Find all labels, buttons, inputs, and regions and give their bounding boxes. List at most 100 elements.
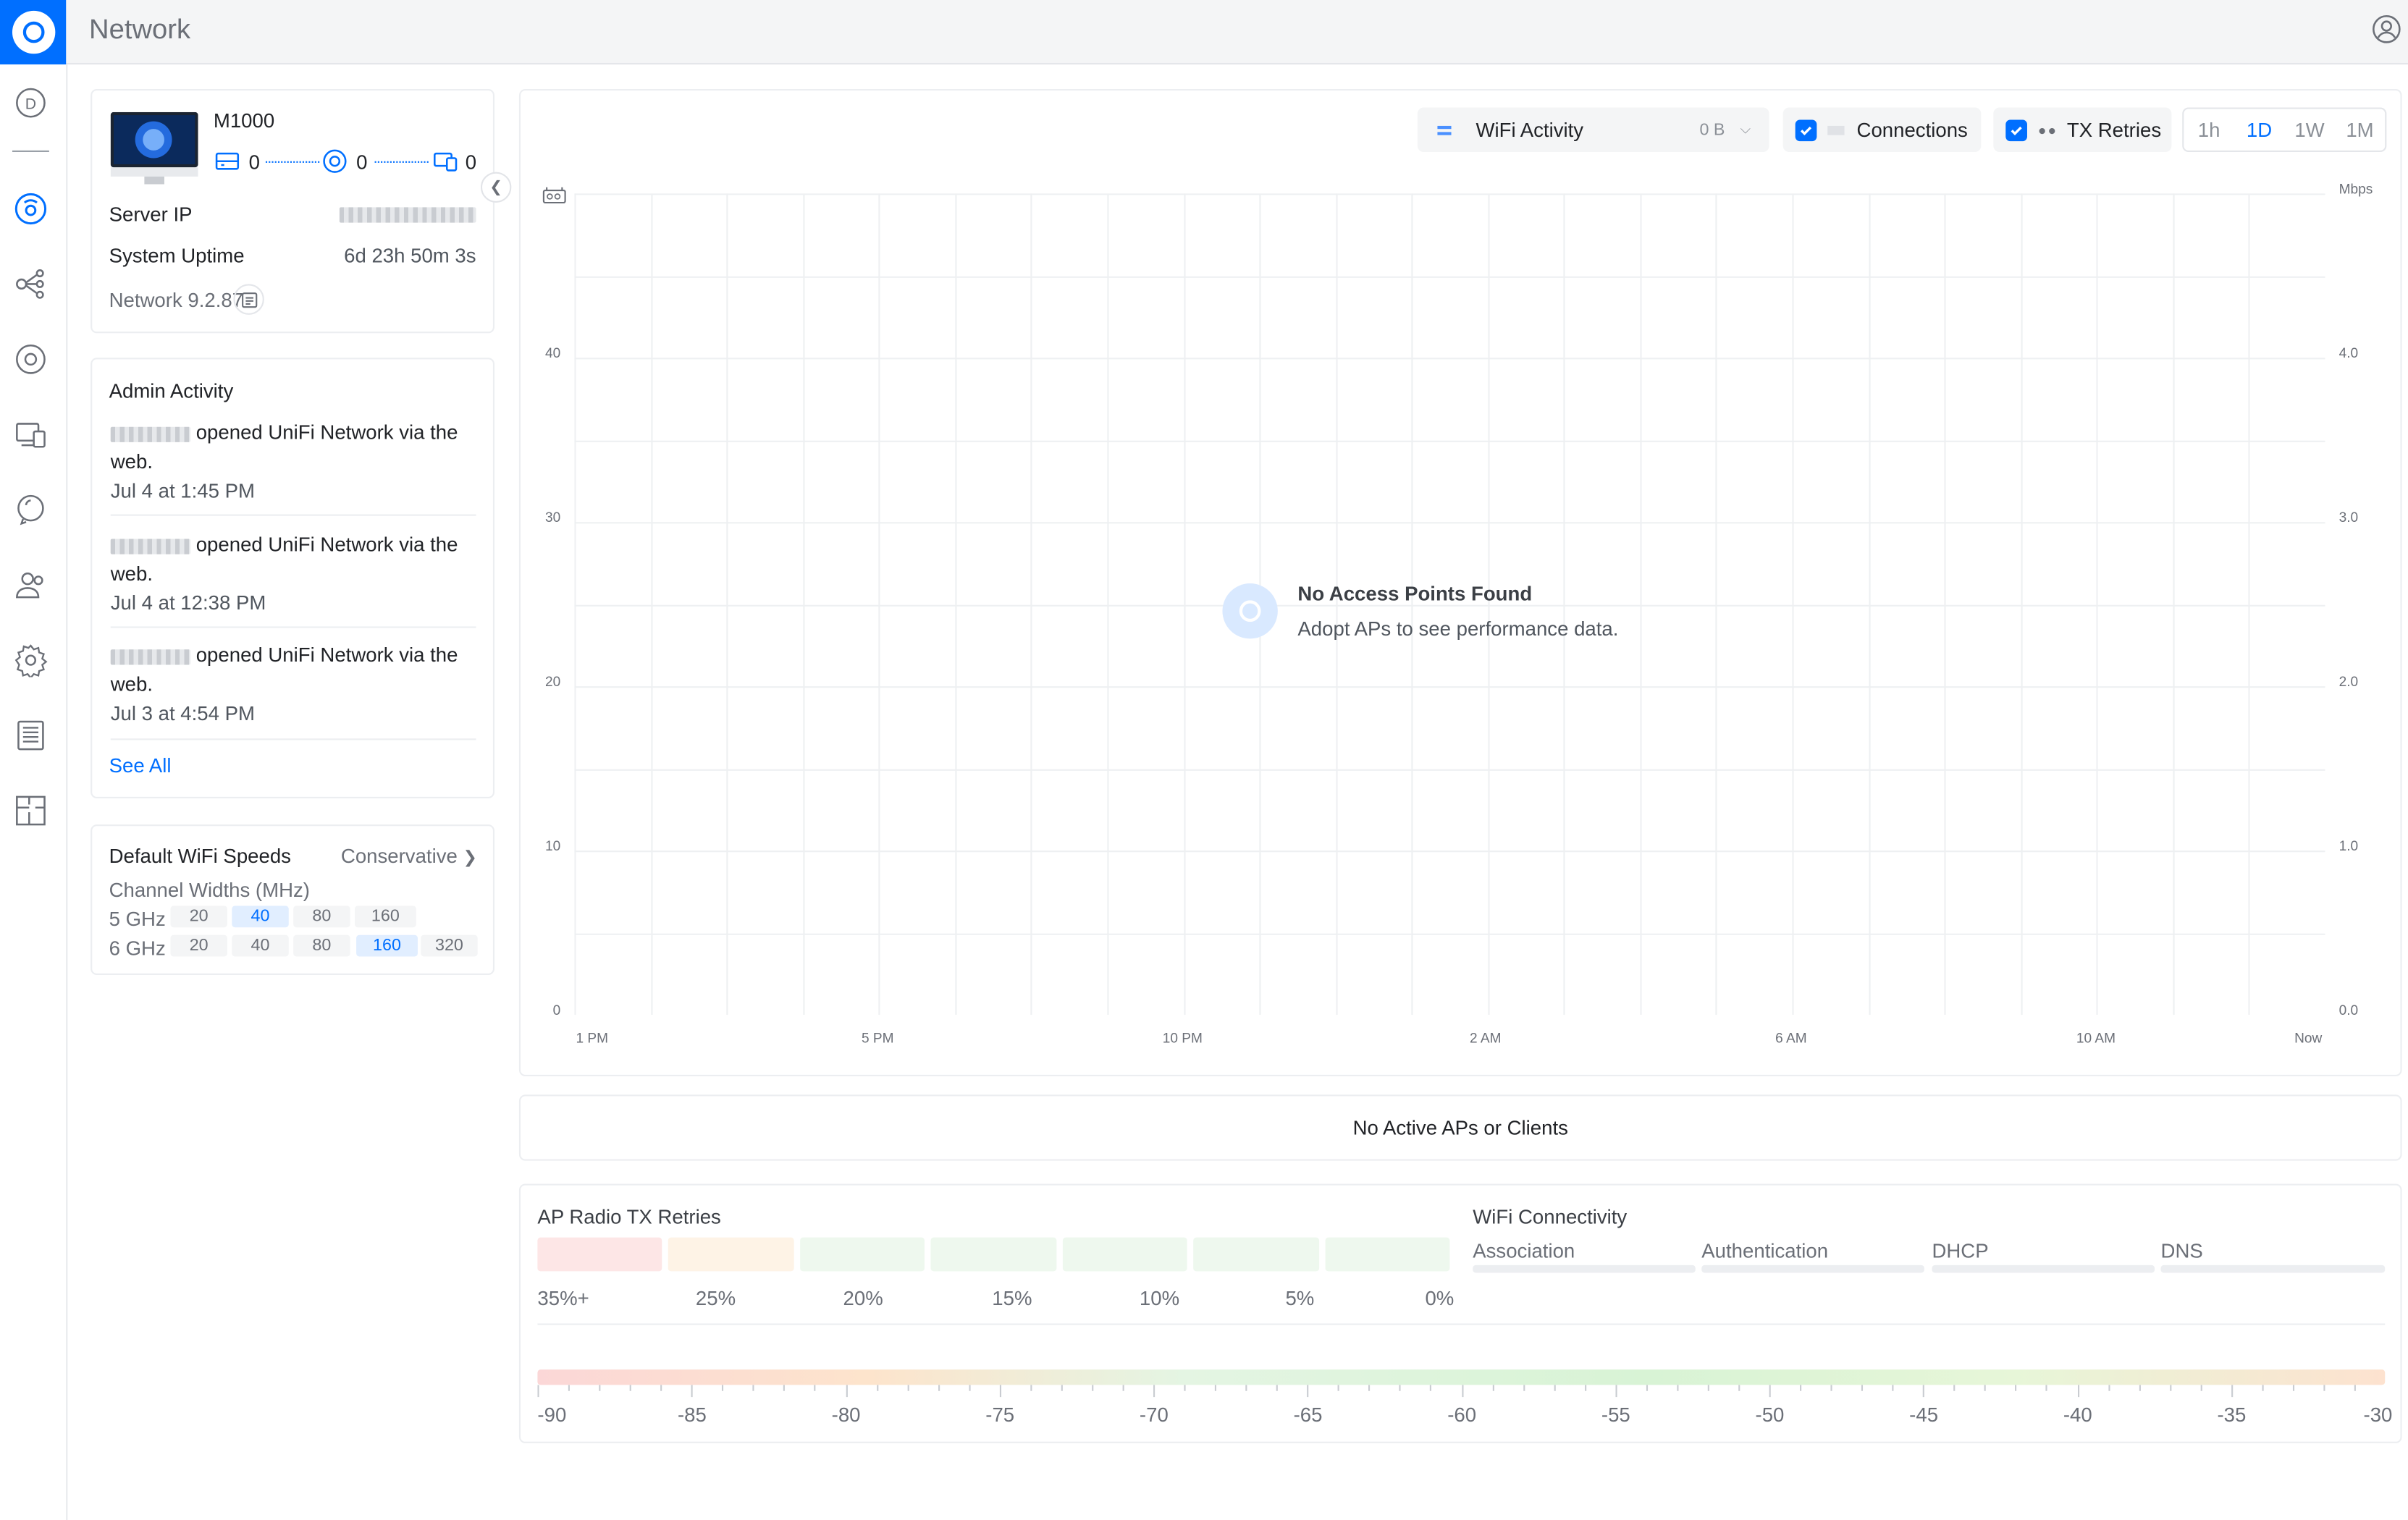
ap-count: 0 [356, 150, 368, 174]
width-option-selected[interactable]: 40 [232, 905, 289, 928]
retry-label: 15% [992, 1286, 1032, 1310]
retry-scale-cell [1193, 1237, 1319, 1272]
see-all-link[interactable]: See All [109, 754, 172, 777]
x-tick: Now [2294, 1030, 2323, 1046]
signal-scale-label: -70 [1139, 1403, 1169, 1427]
unifi-logo[interactable] [0, 0, 67, 65]
notes-icon [241, 292, 257, 308]
topology-icon[interactable] [12, 266, 49, 303]
empty-state-subtitle: Adopt APs to see performance data. [1297, 617, 1619, 641]
chevron-left-icon: ❮ [489, 179, 503, 196]
width-option[interactable]: 40 [232, 934, 289, 957]
retry-scale-cell [1062, 1237, 1187, 1272]
y-left-tick: 20 [545, 674, 561, 690]
hotspot-icon[interactable] [12, 567, 49, 604]
retry-label: 5% [1285, 1286, 1315, 1310]
activity-item: opened UniFi Network via the web. Jul 4 … [110, 418, 476, 505]
release-notes-button[interactable] [233, 284, 264, 315]
retry-scale-cell [537, 1237, 663, 1272]
gateway-count: 0 [248, 150, 260, 174]
client-count: 0 [465, 150, 477, 174]
settings-icon[interactable] [12, 642, 49, 679]
signal-scale-label: -65 [1293, 1403, 1323, 1427]
connections-toggle[interactable]: Connections [1782, 107, 1982, 152]
retry-scale-cell [931, 1237, 1056, 1272]
range-1d[interactable]: 1D [2234, 118, 2284, 141]
y-left-tick: 30 [545, 510, 561, 525]
router-icon [542, 187, 566, 204]
admin-name-redacted [110, 538, 191, 554]
band-6ghz-label: 6 GHz [109, 936, 166, 960]
dashboard-icon[interactable]: D [12, 85, 49, 122]
tx-retries-toggle[interactable]: ●● TX Retries [1993, 107, 2172, 152]
width-option[interactable]: 80 [293, 934, 350, 957]
width-option[interactable]: 160 [354, 905, 416, 928]
width-option[interactable]: 80 [293, 905, 350, 928]
insights-icon[interactable] [12, 491, 49, 528]
collapse-panel-button[interactable]: ❮ [480, 172, 512, 203]
clients-icon[interactable] [12, 416, 49, 453]
tx-retries-legend-icon: ●● [2037, 122, 2058, 138]
divider [110, 738, 476, 740]
empty-state-title: No Access Points Found [1297, 581, 1533, 605]
signal-scale-label: -60 [1447, 1403, 1477, 1427]
network-icon[interactable] [12, 190, 49, 227]
uptime-label: System Uptime [109, 244, 245, 268]
activity-time: Jul 4 at 12:38 PM [110, 591, 266, 615]
wifi-speeds-card: Default WiFi Speeds Conservative ❯ Chann… [90, 824, 495, 975]
range-1w[interactable]: 1W [2284, 118, 2334, 141]
width-option-selected[interactable]: 160 [356, 934, 418, 957]
channel-widths-label: Channel Widths (MHz) [109, 878, 310, 902]
link-dots [374, 161, 429, 163]
wifi-speeds-mode[interactable]: Conservative ❯ [341, 845, 477, 868]
range-1h[interactable]: 1h [2184, 118, 2234, 141]
tx-retries-checkbox[interactable] [2005, 119, 2027, 141]
devices-icon[interactable] [12, 341, 49, 378]
no-active-banner: No Active APs or Clients [518, 1094, 2402, 1161]
x-tick: 2 AM [1469, 1030, 1502, 1046]
signal-strength-bar [537, 1369, 2386, 1385]
wifi-activity-dropdown[interactable]: WiFi Activity 0 B ⌵ [1417, 107, 1769, 152]
wifi-activity-icon [1437, 124, 1452, 135]
signal-scale-label: -55 [1601, 1403, 1630, 1427]
wifi-activity-value: 0 B [1699, 120, 1725, 139]
association-bar [1473, 1264, 1696, 1273]
y-right-tick: 0.0 [2338, 1002, 2359, 1018]
width-option[interactable]: 20 [170, 934, 227, 957]
signal-scale-label: -35 [2217, 1403, 2247, 1427]
retry-label: 10% [1139, 1286, 1180, 1310]
sidebar-divider [12, 150, 49, 152]
logs-icon[interactable] [12, 717, 49, 754]
no-active-text: No Active APs or Clients [1352, 1116, 1568, 1139]
retry-label: 20% [843, 1286, 883, 1310]
user-account-icon[interactable] [2371, 14, 2401, 44]
admin-name-redacted [110, 649, 191, 664]
wifi-connectivity-title: WiFi Connectivity [1473, 1205, 1628, 1228]
activity-time: Jul 3 at 4:54 PM [110, 701, 256, 725]
width-option[interactable]: 320 [421, 934, 478, 957]
chevron-right-icon: ❯ [463, 849, 478, 868]
console-image [110, 111, 198, 185]
width-option[interactable]: 20 [170, 905, 227, 928]
range-1m[interactable]: 1M [2335, 118, 2385, 141]
stage-dhcp: DHCP [1932, 1238, 1989, 1262]
x-tick: 1 PM [576, 1030, 609, 1046]
wifi-activity-label: WiFi Activity [1475, 118, 1584, 142]
x-tick: 6 AM [1775, 1030, 1807, 1046]
y-left-tick: 40 [545, 345, 561, 361]
activity-item: opened UniFi Network via the web. Jul 4 … [110, 530, 476, 617]
connections-checkbox[interactable] [1795, 119, 1817, 141]
floorplan-icon[interactable] [12, 793, 49, 829]
activity-time: Jul 4 at 1:45 PM [110, 478, 256, 502]
retry-scale-cell [1324, 1237, 1450, 1272]
activity-item: opened UniFi Network via the web. Jul 3 … [110, 641, 476, 728]
y-left-tick: 0 [552, 1002, 561, 1018]
ap-radio-title: AP Radio TX Retries [537, 1205, 721, 1228]
svg-text:D: D [25, 96, 36, 113]
server-ip-label: Server IP [109, 202, 193, 226]
signal-scale-label: -45 [1909, 1403, 1939, 1427]
signal-scale-label: -75 [985, 1403, 1015, 1427]
retry-label: 35%+ [537, 1286, 589, 1310]
time-range-selector: 1h 1D 1W 1M [2182, 107, 2387, 152]
admin-activity-card: Admin Activity opened UniFi Network via … [90, 358, 495, 799]
